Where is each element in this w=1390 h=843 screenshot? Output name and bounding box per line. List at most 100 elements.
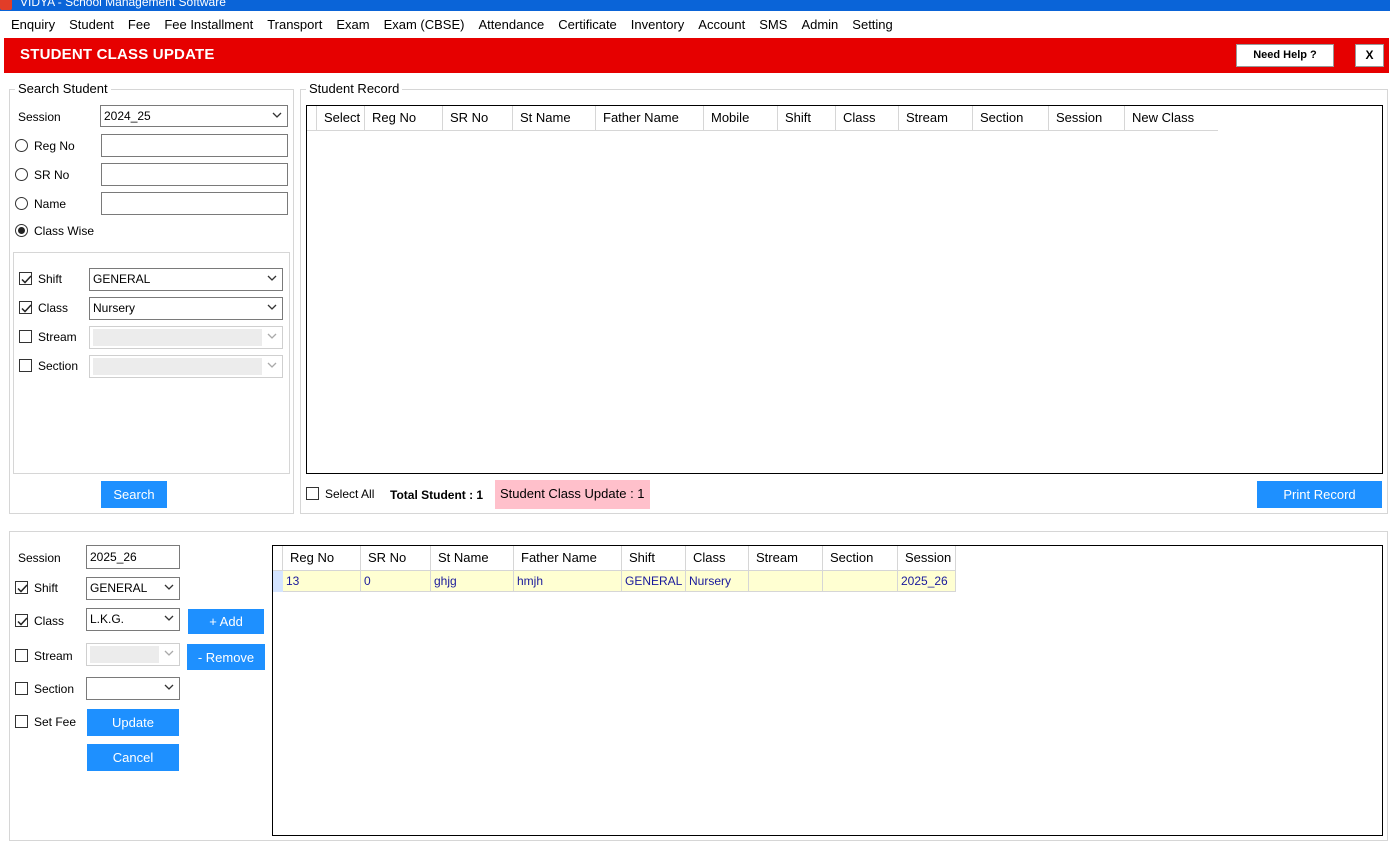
menu-fee-installment[interactable]: Fee Installment <box>157 11 260 38</box>
table-cell[interactable]: 2025_26 <box>898 571 956 592</box>
update-shift-label: Shift <box>34 581 59 595</box>
section-checkbox[interactable] <box>19 359 32 372</box>
menu-admin[interactable]: Admin <box>794 11 845 38</box>
stream-checkbox[interactable] <box>19 330 32 343</box>
remove-button[interactable]: - Remove <box>187 644 265 670</box>
col-select[interactable]: Select <box>317 106 365 130</box>
table-cell[interactable]: 0 <box>361 571 431 592</box>
update-class-checkbox[interactable] <box>15 614 28 627</box>
col-session[interactable]: Session <box>1049 106 1125 130</box>
col-father-name[interactable]: Father Name <box>514 546 622 570</box>
student-record-grid[interactable]: Select Reg No SR No St Name Father Name … <box>306 105 1383 474</box>
update-class-value: L.K.G. <box>90 612 125 626</box>
add-button[interactable]: + Add <box>188 609 264 634</box>
menu-transport[interactable]: Transport <box>260 11 329 38</box>
update-shift-select[interactable]: GENERAL <box>86 577 180 600</box>
shift-checkbox[interactable] <box>19 272 32 285</box>
col-reg-no[interactable]: Reg No <box>283 546 361 570</box>
menu-sms[interactable]: SMS <box>752 11 794 38</box>
menu-certificate[interactable]: Certificate <box>551 11 624 38</box>
col-mobile[interactable]: Mobile <box>704 106 778 130</box>
table-cell[interactable]: Nursery <box>686 571 749 592</box>
menu-fee[interactable]: Fee <box>121 11 157 38</box>
srno-input[interactable] <box>101 163 288 186</box>
menu-inventory[interactable]: Inventory <box>624 11 691 38</box>
update-class-select[interactable]: L.K.G. <box>86 608 180 631</box>
search-session-select[interactable]: 2024_25 <box>100 105 288 127</box>
search-button[interactable]: Search <box>101 481 167 508</box>
print-record-button[interactable]: Print Record <box>1257 481 1382 508</box>
update-stream-checkbox[interactable] <box>15 649 28 662</box>
update-section-select[interactable] <box>86 677 180 700</box>
classwise-radio[interactable] <box>15 224 28 237</box>
col-stream[interactable]: Stream <box>899 106 973 130</box>
menu-setting[interactable]: Setting <box>845 11 899 38</box>
search-session-label: Session <box>18 110 61 124</box>
table-cell[interactable]: hmjh <box>514 571 622 592</box>
menu-exam-cbse[interactable]: Exam (CBSE) <box>377 11 472 38</box>
name-input[interactable] <box>101 192 288 215</box>
regno-radio[interactable] <box>15 139 28 152</box>
app-icon <box>0 0 12 10</box>
table-cell[interactable]: ghjg <box>431 571 514 592</box>
update-stream-select[interactable] <box>86 643 180 666</box>
col-reg-no[interactable]: Reg No <box>365 106 443 130</box>
col-new-class[interactable]: New Class <box>1125 106 1218 130</box>
regno-input[interactable] <box>101 134 288 157</box>
update-shift-checkbox[interactable] <box>15 581 28 594</box>
menu-exam[interactable]: Exam <box>329 11 376 38</box>
regno-label: Reg No <box>34 139 75 153</box>
search-shift-select[interactable]: GENERAL <box>89 268 283 291</box>
col-session[interactable]: Session <box>898 546 956 570</box>
select-all-checkbox[interactable] <box>306 487 319 500</box>
search-class-value: Nursery <box>93 301 136 315</box>
grid-row-header <box>273 546 283 570</box>
classwise-label: Class Wise <box>34 224 95 238</box>
srno-label: SR No <box>34 168 70 182</box>
update-section-label: Section <box>34 682 75 696</box>
menu-account[interactable]: Account <box>691 11 752 38</box>
chevron-down-icon <box>267 362 277 368</box>
col-stream[interactable]: Stream <box>749 546 823 570</box>
table-cell[interactable] <box>749 571 823 592</box>
need-help-button[interactable]: Need Help ? <box>1236 44 1334 67</box>
name-label: Name <box>34 197 67 211</box>
update-button[interactable]: Update <box>87 709 179 736</box>
cancel-button[interactable]: Cancel <box>87 744 179 771</box>
menu-student[interactable]: Student <box>62 11 121 38</box>
class-checkbox[interactable] <box>19 301 32 314</box>
update-section-checkbox[interactable] <box>15 682 28 695</box>
window-titlebar: VIDYA - School Management Software <box>0 0 1390 11</box>
row-selector[interactable] <box>273 571 283 592</box>
search-stream-select[interactable] <box>89 326 283 349</box>
close-button[interactable]: X <box>1355 44 1384 67</box>
col-shift[interactable]: Shift <box>778 106 836 130</box>
menu-enquiry[interactable]: Enquiry <box>4 11 62 38</box>
col-st-name[interactable]: St Name <box>513 106 596 130</box>
col-class[interactable]: Class <box>686 546 749 570</box>
srno-radio[interactable] <box>15 168 28 181</box>
col-sr-no[interactable]: SR No <box>361 546 431 570</box>
search-shift-value: GENERAL <box>93 272 151 286</box>
class-label: Class <box>38 301 69 315</box>
menu-attendance[interactable]: Attendance <box>471 11 551 38</box>
col-class[interactable]: Class <box>836 106 899 130</box>
col-section[interactable]: Section <box>973 106 1049 130</box>
table-cell[interactable] <box>823 571 898 592</box>
chevron-down-icon <box>164 684 174 690</box>
table-cell[interactable]: 13 <box>283 571 361 592</box>
check-icon <box>17 617 28 626</box>
search-class-select[interactable]: Nursery <box>89 297 283 320</box>
set-fee-checkbox[interactable] <box>15 715 28 728</box>
update-session-input[interactable]: 2025_26 <box>86 545 180 569</box>
col-section[interactable]: Section <box>823 546 898 570</box>
name-radio[interactable] <box>15 197 28 210</box>
col-sr-no[interactable]: SR No <box>443 106 513 130</box>
search-section-select[interactable] <box>89 355 283 378</box>
class-update-grid[interactable]: Reg No SR No St Name Father Name Shift C… <box>272 545 1383 836</box>
col-father-name[interactable]: Father Name <box>596 106 704 130</box>
col-shift[interactable]: Shift <box>622 546 686 570</box>
table-cell[interactable]: GENERAL <box>622 571 686 592</box>
col-st-name[interactable]: St Name <box>431 546 514 570</box>
stream-label: Stream <box>38 330 77 344</box>
